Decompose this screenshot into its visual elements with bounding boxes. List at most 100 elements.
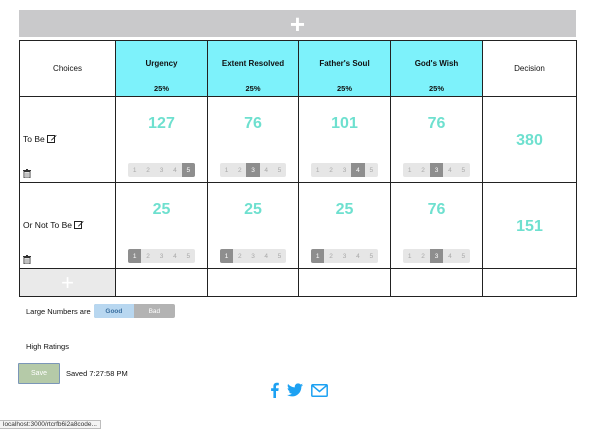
- rating-option[interactable]: 3: [246, 249, 259, 263]
- edit-icon[interactable]: [73, 220, 84, 230]
- mail-icon[interactable]: [311, 383, 328, 397]
- rating-option[interactable]: 2: [141, 249, 154, 263]
- rating-option[interactable]: 5: [457, 249, 470, 263]
- rating-option[interactable]: 2: [141, 163, 154, 177]
- save-button[interactable]: Save: [18, 363, 60, 384]
- criterion-header[interactable]: Extent Resolved 25%: [207, 40, 299, 97]
- rating-option[interactable]: 3: [246, 163, 260, 177]
- rating-selector[interactable]: 12345: [128, 249, 195, 263]
- weighted-score: 76: [427, 201, 446, 218]
- rating-option[interactable]: 1: [128, 163, 141, 177]
- weighted-score: 25: [152, 201, 171, 218]
- criterion-weight: 25%: [245, 84, 261, 93]
- weighted-score: 76: [244, 115, 262, 132]
- rating-option[interactable]: 3: [429, 163, 444, 177]
- trash-icon[interactable]: [23, 255, 31, 264]
- rating-option[interactable]: 5: [181, 163, 195, 177]
- high-ratings-label: High Ratings: [26, 342, 69, 351]
- rating-option[interactable]: 2: [324, 249, 337, 263]
- criterion-name: God's Wish: [414, 59, 459, 68]
- rating-option[interactable]: 4: [351, 249, 364, 263]
- facebook-icon[interactable]: [270, 382, 279, 398]
- edit-icon[interactable]: [46, 134, 57, 144]
- criterion-name: Urgency: [145, 59, 178, 68]
- table-row: To Be 127 12345 76 12345 101 12345 76 1 …: [19, 96, 577, 183]
- empty-cell: [482, 268, 577, 297]
- rating-option[interactable]: 4: [443, 249, 456, 263]
- empty-cell: [207, 268, 299, 297]
- rating-option[interactable]: 2: [233, 163, 246, 177]
- decision-header: Decision: [482, 40, 577, 97]
- weighted-score: 101: [331, 115, 358, 132]
- large-numbers-label: Large Numbers are: [26, 306, 91, 316]
- criterion-weight: 25%: [336, 84, 352, 93]
- rating-selector[interactable]: 12345: [220, 249, 286, 263]
- rating-selector[interactable]: 12345: [403, 249, 470, 263]
- rating-option[interactable]: 2: [233, 249, 246, 263]
- rating-option[interactable]: 5: [182, 249, 195, 263]
- criterion-weight: 25%: [153, 84, 169, 93]
- rating-selector[interactable]: 12345: [220, 163, 286, 177]
- rating-option[interactable]: 3: [338, 163, 351, 177]
- rating-option[interactable]: 1: [311, 163, 324, 177]
- weighted-score: 25: [335, 201, 354, 218]
- decision-total: 151: [516, 218, 543, 235]
- rating-option[interactable]: 4: [443, 163, 456, 177]
- decision-matrix: Choices Urgency 25% Extent Resolved 25% …: [19, 40, 577, 297]
- weighted-score: 127: [148, 115, 175, 132]
- add-criterion-button[interactable]: +: [19, 10, 576, 37]
- rating-option[interactable]: 5: [365, 163, 378, 177]
- rating-option[interactable]: 2: [416, 249, 429, 263]
- score-cell: 127 12345: [115, 96, 208, 183]
- decision-cell: 151: [482, 182, 577, 269]
- trash-icon[interactable]: [23, 169, 31, 178]
- rating-option[interactable]: 1: [403, 249, 416, 263]
- rating-option[interactable]: 1: [220, 163, 233, 177]
- choice-name[interactable]: Or Not To Be: [23, 220, 72, 230]
- rating-selector[interactable]: 12345: [403, 163, 470, 177]
- rating-option[interactable]: 4: [168, 163, 181, 177]
- table-row: Or Not To Be 25 12345 25 12345 25 123 4 …: [19, 182, 577, 269]
- add-choice-button[interactable]: +: [19, 268, 116, 297]
- toggle-option-good[interactable]: Good: [93, 304, 135, 318]
- rating-option[interactable]: 4: [260, 163, 273, 177]
- rating-option[interactable]: 1: [311, 249, 325, 263]
- rating-option[interactable]: 4: [260, 249, 273, 263]
- rating-selector[interactable]: 12345: [128, 163, 195, 177]
- save-status: Saved 7:27:58 PM: [66, 369, 128, 378]
- rating-option[interactable]: 2: [324, 163, 337, 177]
- rating-option[interactable]: 3: [155, 163, 168, 177]
- rating-option[interactable]: 5: [273, 163, 286, 177]
- large-numbers-preference: Large Numbers are Good Bad: [26, 304, 175, 318]
- decision-cell: 380: [482, 96, 577, 183]
- criterion-header[interactable]: Father's Soul 25%: [298, 40, 391, 97]
- choice-cell: To Be: [19, 96, 116, 183]
- rating-option[interactable]: 1: [403, 163, 416, 177]
- twitter-icon[interactable]: [287, 383, 303, 397]
- rating-option[interactable]: 5: [365, 249, 378, 263]
- rating-selector[interactable]: 12345: [311, 163, 378, 177]
- rating-option[interactable]: 5: [457, 163, 470, 177]
- rating-selector[interactable]: 12345: [311, 249, 378, 263]
- rating-option[interactable]: 3: [155, 249, 168, 263]
- score-cell: 25 12345: [298, 182, 391, 269]
- score-cell: 101 12345: [298, 96, 391, 183]
- plus-icon: +: [61, 269, 74, 295]
- choice-name[interactable]: To Be: [23, 134, 45, 144]
- rating-option[interactable]: 2: [416, 163, 429, 177]
- rating-option[interactable]: 4: [168, 249, 181, 263]
- criterion-header[interactable]: Urgency 25%: [115, 40, 208, 97]
- rating-option[interactable]: 1: [220, 249, 234, 263]
- score-cell: 76 12345: [207, 96, 299, 183]
- toggle-option-bad[interactable]: Bad: [134, 304, 175, 318]
- rating-option[interactable]: 3: [429, 249, 444, 263]
- good-bad-toggle[interactable]: Good Bad: [93, 304, 175, 318]
- score-cell: 25 12345: [115, 182, 208, 269]
- rating-option[interactable]: 1: [128, 249, 142, 263]
- rating-option[interactable]: 5: [273, 249, 286, 263]
- criterion-header[interactable]: God's Wish 25%: [390, 40, 483, 97]
- rating-option[interactable]: 4: [351, 163, 365, 177]
- score-cell: 76 12345: [390, 182, 483, 269]
- empty-cell: [115, 268, 208, 297]
- rating-option[interactable]: 3: [338, 249, 351, 263]
